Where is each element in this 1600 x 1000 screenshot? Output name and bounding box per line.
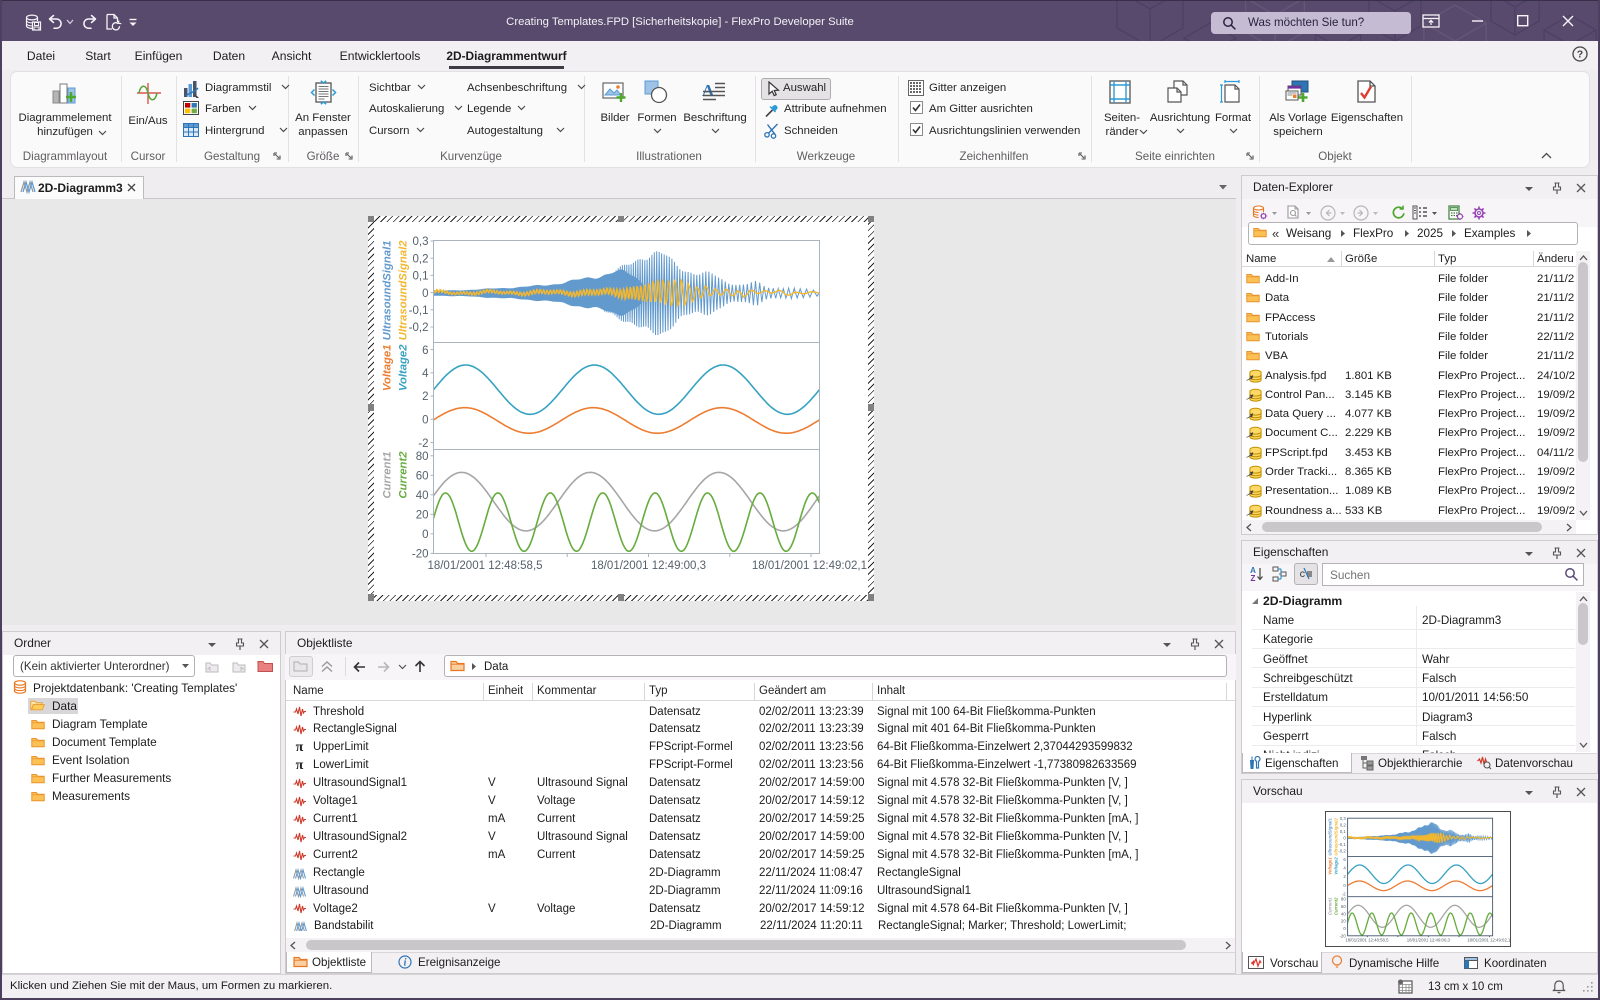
svg-text:4: 4 bbox=[422, 368, 429, 380]
svg-text:i: i bbox=[404, 958, 407, 969]
svg-text:80: 80 bbox=[1341, 897, 1346, 902]
svg-text:UltrasoundSignal2: UltrasoundSignal2 bbox=[397, 239, 409, 340]
svg-text:18/01/2001 12:49:00,3: 18/01/2001 12:49:00,3 bbox=[590, 560, 705, 572]
svg-text:UltrasoundSignal2: UltrasoundSignal2 bbox=[1333, 818, 1338, 856]
svg-text:A: A bbox=[702, 81, 715, 100]
svg-text:-0,2: -0,2 bbox=[408, 322, 428, 334]
svg-text:0,2: 0,2 bbox=[1340, 822, 1347, 827]
svg-text:2: 2 bbox=[1343, 874, 1346, 879]
svg-text:Voltage2: Voltage2 bbox=[1333, 857, 1338, 875]
svg-text:20: 20 bbox=[415, 509, 428, 521]
svg-text:Voltage1: Voltage1 bbox=[1327, 857, 1332, 875]
svg-text:Current1: Current1 bbox=[381, 451, 393, 498]
svg-text:UltrasoundSignal1: UltrasoundSignal1 bbox=[1327, 818, 1332, 856]
svg-text:?: ? bbox=[1577, 49, 1583, 61]
svg-text:0: 0 bbox=[422, 529, 428, 541]
svg-text:2: 2 bbox=[422, 391, 428, 403]
svg-text:0: 0 bbox=[1343, 883, 1346, 888]
svg-text:0,3: 0,3 bbox=[1340, 816, 1347, 821]
svg-text:18/01/2001 12:49:00,3: 18/01/2001 12:49:00,3 bbox=[1407, 938, 1451, 943]
svg-text:0,1: 0,1 bbox=[412, 270, 428, 282]
svg-text:0: 0 bbox=[1343, 926, 1346, 931]
svg-text:UltrasoundSignal1: UltrasoundSignal1 bbox=[381, 240, 393, 340]
svg-text:6: 6 bbox=[422, 344, 428, 356]
svg-text:80: 80 bbox=[415, 451, 428, 463]
svg-text:4: 4 bbox=[1343, 865, 1346, 870]
svg-text:-0,1: -0,1 bbox=[1338, 842, 1346, 847]
svg-text:Current1: Current1 bbox=[1327, 897, 1332, 915]
svg-text:Z: Z bbox=[1251, 574, 1256, 582]
svg-text:Current2: Current2 bbox=[397, 450, 409, 498]
svg-text:0: 0 bbox=[1343, 835, 1346, 840]
svg-text:0,3: 0,3 bbox=[412, 236, 428, 248]
svg-text:0,2: 0,2 bbox=[412, 253, 428, 265]
svg-text:0,1: 0,1 bbox=[1340, 829, 1347, 834]
svg-text:-2: -2 bbox=[1342, 892, 1346, 897]
svg-text:π: π bbox=[296, 758, 304, 770]
svg-text:Current2: Current2 bbox=[1333, 897, 1338, 915]
svg-text:18/01/2001 12:49:02,1: 18/01/2001 12:49:02,1 bbox=[1467, 938, 1510, 943]
svg-text:π: π bbox=[296, 740, 304, 752]
svg-text:-0,2: -0,2 bbox=[1338, 848, 1346, 853]
svg-text:-2: -2 bbox=[418, 437, 428, 449]
svg-text:18/01/2001 12:48:58,5: 18/01/2001 12:48:58,5 bbox=[427, 560, 542, 572]
svg-text:Voltage2: Voltage2 bbox=[397, 343, 409, 390]
svg-text:-20: -20 bbox=[411, 548, 428, 560]
svg-text:60: 60 bbox=[1341, 904, 1346, 909]
svg-text:60: 60 bbox=[415, 470, 428, 482]
svg-text:0: 0 bbox=[422, 414, 428, 426]
svg-text:-0,1: -0,1 bbox=[408, 305, 428, 317]
svg-text:0: 0 bbox=[422, 287, 428, 299]
svg-text:20: 20 bbox=[1341, 919, 1346, 924]
svg-text:18/01/2001 12:49:02,1: 18/01/2001 12:49:02,1 bbox=[751, 560, 866, 572]
svg-text:6: 6 bbox=[1343, 857, 1346, 862]
svg-text:18/01/2001 12:48:58,5: 18/01/2001 12:48:58,5 bbox=[1345, 938, 1389, 943]
svg-text:c: c bbox=[1299, 570, 1305, 581]
svg-text:40: 40 bbox=[1341, 911, 1346, 916]
svg-text:Voltage1: Voltage1 bbox=[381, 344, 393, 391]
svg-text:40: 40 bbox=[415, 490, 428, 502]
